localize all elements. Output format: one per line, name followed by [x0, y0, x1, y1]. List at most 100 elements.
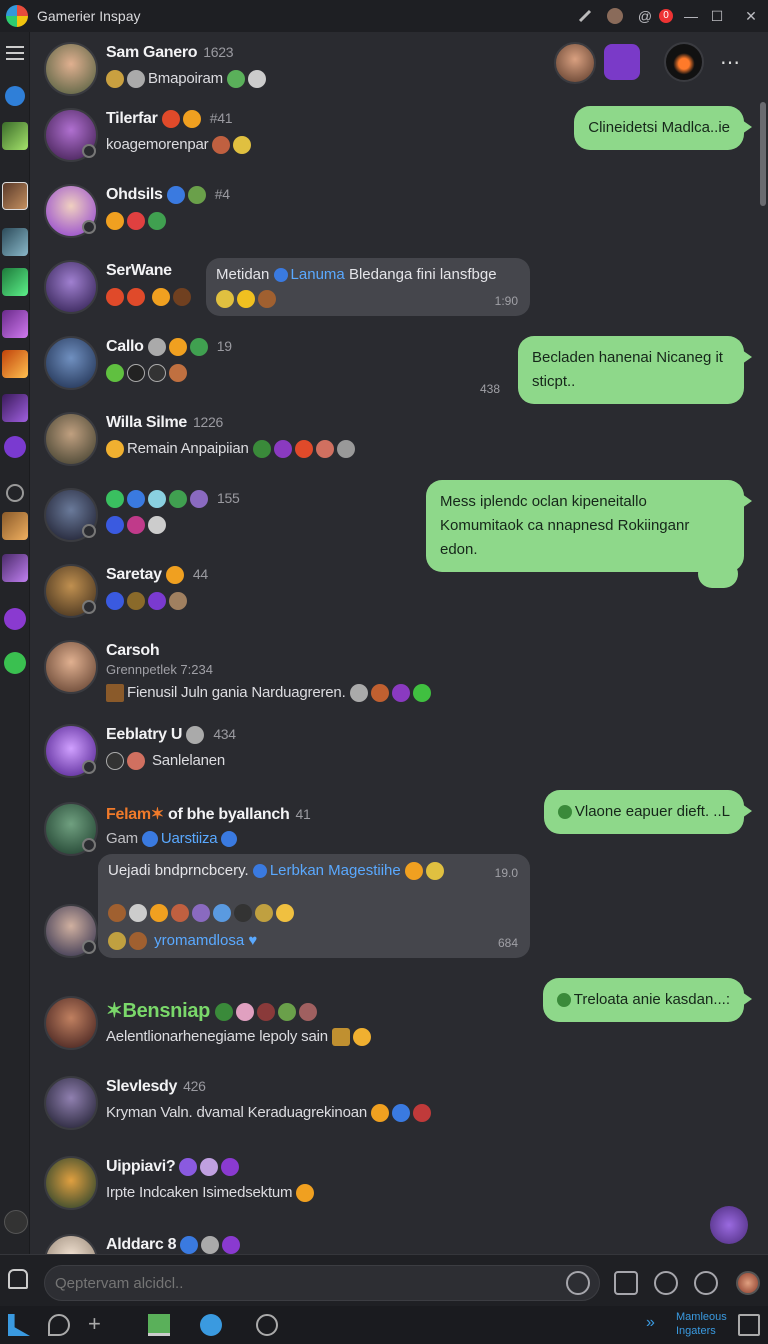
maximize-icon[interactable]: ☐ — [706, 5, 728, 27]
sent-message-bubble[interactable]: Vlaone eapuer dieft. ..L — [543, 790, 753, 834]
voice-channel-icon[interactable] — [604, 44, 640, 80]
emoji-icon — [391, 1104, 410, 1123]
quote-link[interactable]: Lerbkan Magestiihe — [270, 862, 401, 879]
game-thumb-7[interactable] — [2, 394, 28, 422]
sent-message-bubble[interactable]: Mess iplendc oclan kipeneitallo Komumita… — [426, 480, 752, 572]
active-tab-icon[interactable] — [200, 1314, 222, 1336]
game-thumb-4[interactable] — [2, 268, 28, 296]
message-input[interactable] — [44, 1265, 600, 1301]
emoji-icon — [151, 288, 170, 307]
emoji-icon — [247, 70, 266, 89]
add-icon[interactable] — [654, 1271, 678, 1295]
emoji-icon — [186, 726, 205, 744]
emoji-icon — [106, 516, 124, 535]
chat-tab-icon[interactable] — [256, 1314, 278, 1336]
emoji-icon — [106, 70, 124, 89]
emoji-icon — [108, 932, 126, 951]
close-icon[interactable]: ✕ — [740, 5, 762, 27]
emoji-icon — [315, 440, 334, 459]
game-thumb-9[interactable] — [2, 554, 28, 582]
author-name: Uippiavi? — [106, 1158, 176, 1176]
avatar — [44, 42, 98, 96]
add-tab-icon[interactable]: + — [88, 1313, 110, 1336]
verified-icon — [221, 831, 238, 848]
at-icon[interactable]: @ — [634, 5, 656, 27]
bubble-text: Mess iplendc oclan kipeneitallo Komumita… — [440, 493, 690, 558]
verified-icon — [252, 864, 267, 879]
minimize-icon[interactable]: — — [680, 5, 702, 27]
game-thumb-5[interactable] — [2, 310, 28, 338]
attach-icon[interactable] — [614, 1271, 638, 1295]
author-tag: 155 — [217, 490, 240, 507]
notification-badge[interactable]: 0 — [658, 5, 674, 27]
emoji-icon — [106, 752, 124, 771]
star-icon — [106, 288, 124, 307]
menu-icon[interactable] — [6, 46, 24, 60]
home-icon[interactable] — [8, 1269, 28, 1289]
flag-icon[interactable] — [8, 1314, 30, 1336]
emoji-picker-icon[interactable] — [566, 1271, 590, 1295]
game-thumb-3[interactable] — [2, 228, 28, 256]
emoji-icon — [108, 904, 126, 923]
bottom-label-1: Mamleous — [676, 1311, 727, 1323]
shield-icon — [166, 186, 185, 204]
floating-avatar[interactable] — [710, 1206, 748, 1244]
message-link[interactable]: Uarstiiza — [161, 830, 218, 847]
bottom-nav: + » Mamleous Ingaters — [0, 1306, 768, 1344]
connections-icon[interactable]: » — [646, 1314, 668, 1336]
author-name-accent: Felam — [106, 806, 151, 823]
emoji-icon — [258, 290, 276, 309]
quoted-message[interactable]: Metidan Lanuma Bledanga fini lansfbge 1:… — [206, 258, 530, 316]
emoji-icon — [106, 684, 124, 703]
emoji-icon — [150, 904, 168, 923]
author-tag: 41 — [295, 806, 311, 822]
emoji-icon — [106, 212, 124, 231]
emoji-icon — [127, 592, 145, 611]
scrollbar[interactable] — [760, 102, 766, 206]
quote-footer[interactable]: yromamdlosa — [154, 932, 244, 949]
bubble-text: Treloata anie kasdan...: — [573, 991, 730, 1008]
profile-avatar-icon[interactable] — [604, 5, 626, 27]
sent-message-bubble[interactable]: Treloata anie kasdan...: — [542, 978, 753, 1022]
emoji-icon — [255, 904, 273, 923]
game-tab-icon[interactable] — [148, 1314, 170, 1336]
emoji-icon — [171, 904, 189, 923]
header-avatar[interactable] — [554, 42, 596, 84]
brush-icon[interactable] — [4, 652, 26, 674]
bookmark-icon[interactable] — [738, 1314, 760, 1336]
pen-icon[interactable] — [4, 1210, 28, 1234]
emoji-icon — [148, 364, 166, 383]
settings-icon[interactable] — [6, 484, 24, 502]
user-avatar[interactable] — [736, 1271, 760, 1295]
emoji-icon — [412, 1104, 431, 1123]
emoji-icon — [237, 290, 255, 309]
game-thumb-8[interactable] — [2, 512, 28, 540]
bubble-text: Clineidetsi Madlca..ie — [588, 119, 730, 136]
message-text: Kryman Valn. dvamal Keraduagrekinoan — [106, 1104, 368, 1121]
quote-link[interactable]: Lanuma — [291, 266, 345, 283]
compass-icon[interactable] — [5, 86, 25, 106]
reaction-icon[interactable] — [698, 560, 738, 588]
emoji-icon — [148, 516, 166, 535]
heart-icon[interactable] — [48, 1314, 70, 1336]
game-thumb-2[interactable] — [2, 182, 28, 210]
spiral-icon-2[interactable] — [4, 608, 26, 630]
emoji-icon — [129, 904, 147, 923]
sticker-icon[interactable] — [694, 1271, 718, 1295]
emoji-icon — [201, 1236, 220, 1254]
composer-bar — [0, 1254, 768, 1306]
sent-message-bubble[interactable]: Clineidetsi Madlca..ie — [574, 106, 752, 150]
edit-icon[interactable] — [574, 5, 596, 27]
more-options-icon[interactable]: ⋯ — [720, 50, 740, 75]
quoted-message[interactable]: Uejadi bndprncbcery. Lerbkan Magestiihe … — [98, 854, 530, 958]
author-tag: 1623 — [203, 44, 234, 60]
game-thumb-6[interactable] — [2, 350, 28, 378]
spiral-icon[interactable] — [4, 436, 26, 458]
game-thumb-1[interactable] — [2, 122, 28, 150]
status-badge — [82, 838, 96, 852]
game-logo-icon[interactable] — [664, 42, 704, 82]
avatar — [44, 1076, 98, 1130]
author-tag: #41 — [209, 110, 233, 127]
star-icon — [161, 110, 180, 128]
sent-message-bubble[interactable]: Becladen hanenai Nicaneg it sticpt.. — [518, 336, 752, 404]
